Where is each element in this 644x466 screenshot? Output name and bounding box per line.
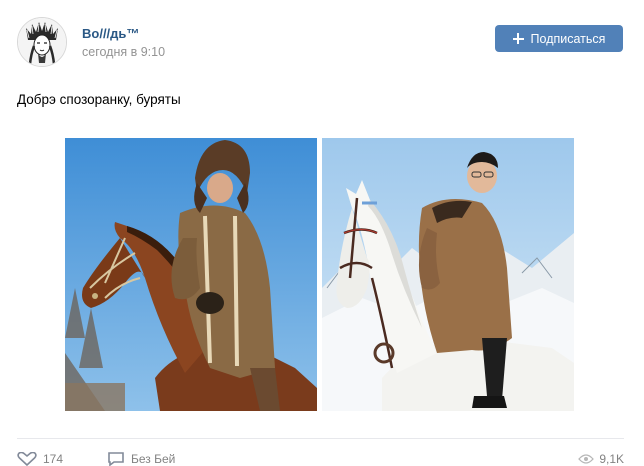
likes-count: 174 — [43, 452, 64, 466]
post-timestamp[interactable]: сегодня в 9:10 — [82, 45, 165, 59]
post-footer: 174 Без Бей 9,1K — [17, 452, 624, 466]
like-button[interactable]: 174 — [17, 452, 63, 466]
subscribe-button-label: Подписаться — [530, 31, 606, 46]
post-card: Во///дь™ сегодня в 9:10 Подписаться Добр… — [0, 0, 644, 466]
subscribe-button[interactable]: Подписаться — [495, 25, 623, 52]
eye-icon — [578, 454, 595, 464]
avatar[interactable] — [17, 17, 67, 67]
post-text: Добрэ спозоранку, буряты — [17, 92, 181, 107]
views-counter: 9,1K — [578, 452, 624, 466]
views-count: 9,1K — [599, 452, 624, 466]
post-footer-divider — [17, 438, 624, 439]
post-photo-1[interactable] — [65, 138, 317, 411]
avatar-portrait-icon — [18, 18, 66, 66]
author-name-link[interactable]: Во///дь™ — [82, 26, 139, 41]
post-photo-2[interactable] — [322, 138, 574, 411]
heart-icon — [17, 452, 37, 466]
comment-icon — [108, 452, 124, 466]
plus-icon — [512, 33, 524, 44]
comment-label: Без Бей — [131, 452, 176, 466]
comment-button[interactable]: Без Бей — [107, 452, 175, 466]
